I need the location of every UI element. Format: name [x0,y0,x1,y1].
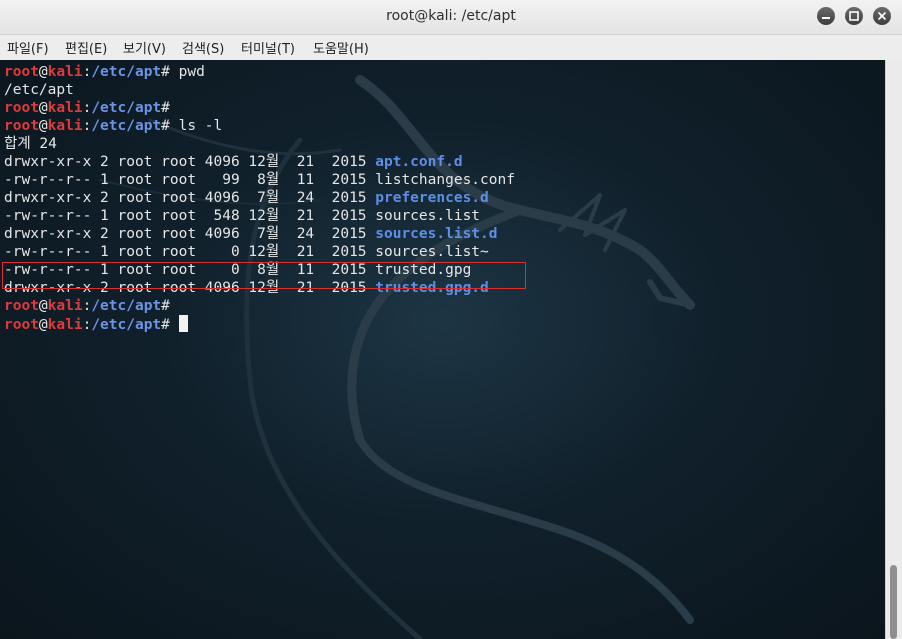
minimize-button[interactable] [817,7,835,25]
close-button[interactable] [873,7,891,25]
minimize-icon [822,17,830,19]
cursor-space [170,317,179,333]
text-cursor [178,315,188,332]
prompt-line: root@kali:/etc/apt# [4,99,515,117]
prompt-host: kali [47,100,83,116]
prompt-separator: : [82,317,92,333]
prompt-at: @ [38,118,48,134]
listing-row: drwxr-xr-x 2 root root 4096 12월 21 2015 … [4,153,515,171]
title-bar[interactable]: root@kali: /etc/apt [0,0,902,35]
prompt-line: root@kali:/etc/apt# [4,297,515,315]
menu-bar: 파일(F) 편집(E) 보기(V) 검색(S) 터미널(T) 도움말(H) [0,35,902,59]
menu-file[interactable]: 파일(F) [7,38,49,57]
prompt-host: kali [47,64,83,80]
maximize-icon [849,11,859,21]
prompt-at: @ [38,298,48,314]
prompt-separator: : [82,100,92,116]
prompt-separator: : [82,64,92,80]
listing-row: drwxr-xr-x 2 root root 4096 7월 24 2015 s… [4,225,515,243]
output-line: 합계 24 [4,135,515,153]
prompt-line: root@kali:/etc/apt# pwd [4,63,515,81]
terminal-window: root@kali: /etc/apt 파일(F) 편집(E) 보기(V) 검색… [0,0,902,639]
listing-meta: -rw-r--r-- 1 root root 548 12월 21 2015 [4,208,376,224]
close-icon [877,11,887,21]
prompt-user: root [4,64,39,80]
prompt-path: /etc/apt [91,100,162,116]
scrollbar[interactable] [885,60,902,639]
listing-row: -rw-r--r-- 1 root root 548 12월 21 2015 s… [4,207,515,225]
listing-meta: drwxr-xr-x 2 root root 4096 7월 24 2015 [4,190,376,206]
prompt-path: /etc/apt [91,298,162,314]
prompt-host: kali [47,317,83,333]
directory-name: apt.conf.d [375,154,463,170]
menu-search[interactable]: 검색(S) [182,38,224,57]
output-line: /etc/apt [4,81,515,99]
menu-help[interactable]: 도움말(H) [313,38,369,57]
output-text: 합계 24 [4,136,57,152]
prompt-host: kali [47,298,83,314]
maximize-button[interactable] [845,7,863,25]
listing-row: -rw-r--r-- 1 root root 99 8월 11 2015 lis… [4,171,515,189]
prompt-user: root [4,100,39,116]
prompt-path: /etc/apt [91,64,162,80]
command-text: # pwd [161,64,205,80]
prompt-user: root [4,118,39,134]
file-name: sources.list [375,208,481,224]
prompt-host: kali [47,118,83,134]
command-text: # ls -l [161,118,223,134]
prompt-at: @ [38,100,48,116]
listing-meta: drwxr-xr-x 2 root root 4096 12월 21 2015 [4,154,376,170]
prompt-path: /etc/apt [91,317,162,333]
listing-row: drwxr-xr-x 2 root root 4096 7월 24 2015 p… [4,189,515,207]
menu-view[interactable]: 보기(V) [123,38,166,57]
command-text: # [161,298,170,314]
prompt-user: root [4,317,39,333]
terminal-area[interactable]: root@kali:/etc/apt# pwd/etc/apt root@kali… [0,60,885,639]
listing-meta: drwxr-xr-x 2 root root 4096 7월 24 2015 [4,226,376,242]
directory-name: preferences.d [375,190,489,206]
file-name: listchanges.conf [375,172,515,188]
prompt-line: root@kali:/etc/apt# ls -l [4,117,515,135]
prompt-separator: : [82,298,92,314]
highlight-box [2,262,526,289]
prompt-line: root@kali:/etc/apt# [4,315,515,333]
window-title: root@kali: /etc/apt [386,8,516,24]
menu-edit[interactable]: 편집(E) [65,38,107,57]
directory-name: sources.list.d [375,226,498,242]
terminal-output: root@kali:/etc/apt# pwd/etc/apt root@kali… [4,63,515,333]
prompt-at: @ [38,317,48,333]
listing-meta: -rw-r--r-- 1 root root 0 12월 21 2015 [4,244,376,260]
listing-meta: -rw-r--r-- 1 root root 99 8월 11 2015 [4,172,376,188]
output-text: /etc/apt [4,82,74,98]
prompt-path: /etc/apt [91,118,162,134]
prompt-user: root [4,298,39,314]
command-text: # [161,100,170,116]
scrollbar-thumb[interactable] [890,565,897,639]
menu-terminal[interactable]: 터미널(T) [241,38,295,57]
prompt-at: @ [38,64,48,80]
listing-row: -rw-r--r-- 1 root root 0 12월 21 2015 sou… [4,243,515,261]
command-text: # [161,317,170,333]
file-name: sources.list~ [375,244,489,260]
prompt-separator: : [82,118,92,134]
